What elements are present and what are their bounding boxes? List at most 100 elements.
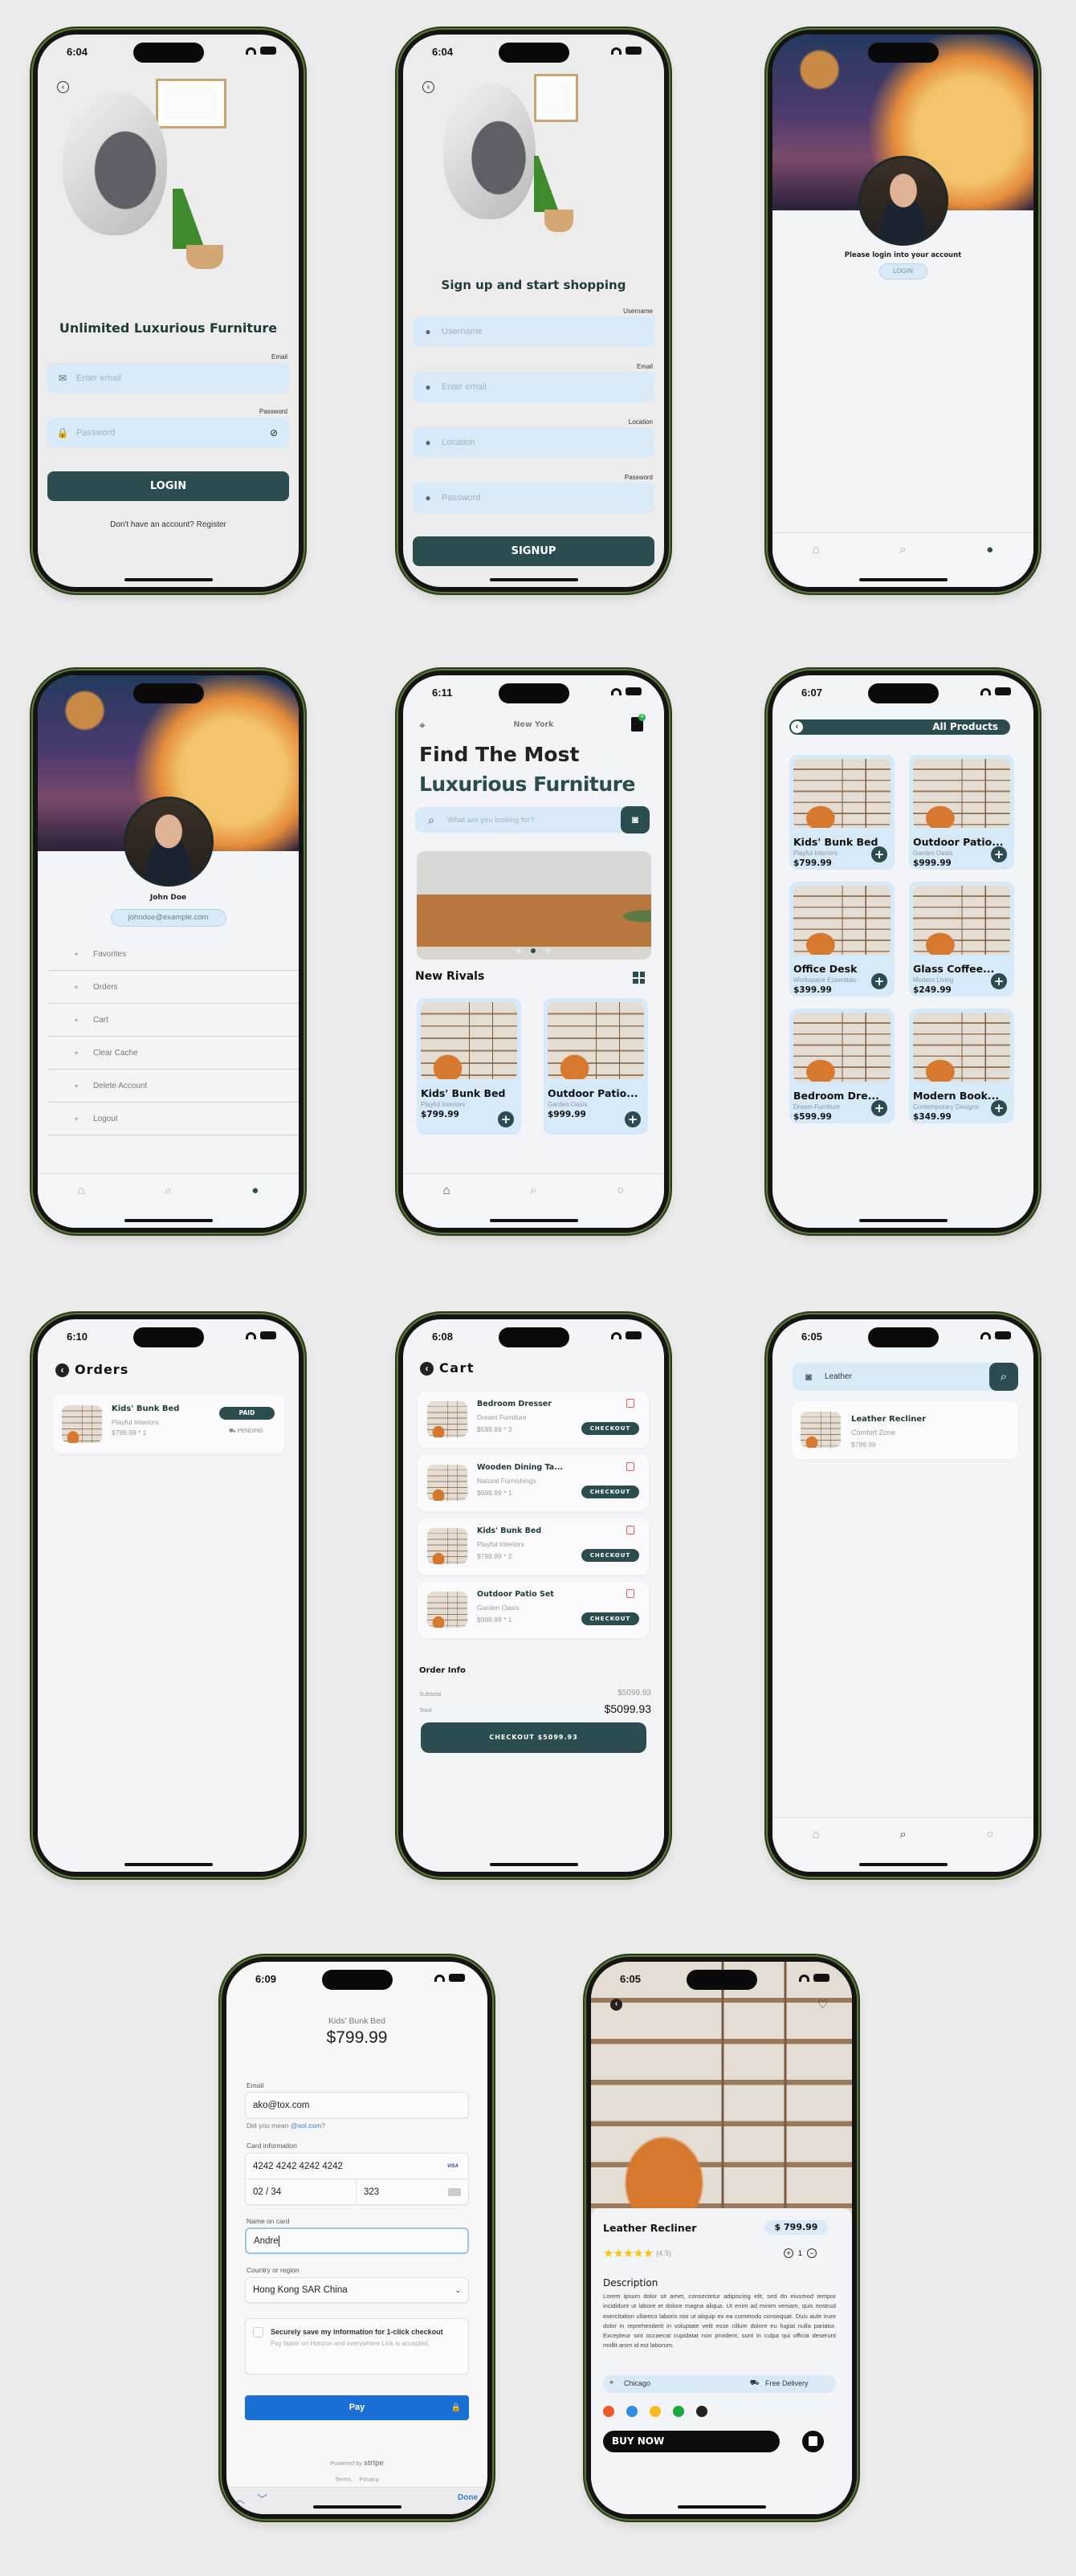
carousel-dot[interactable] (545, 948, 550, 953)
back-icon[interactable]: ‹ (57, 81, 69, 93)
trash-icon[interactable] (626, 1526, 634, 1535)
signup-input[interactable]: ● Enter email (413, 372, 654, 402)
register-link[interactable]: Don't have an account? Register (38, 520, 299, 529)
profile-menu-item[interactable]: ◦ Orders (48, 971, 299, 1004)
email-field[interactable]: ✉ Enter email (47, 363, 289, 393)
checkout-item-button[interactable]: CHECKOUT (581, 1422, 639, 1435)
search-icon[interactable]: ⌕ (524, 1184, 542, 1201)
search-icon[interactable]: ⌕ (159, 1184, 177, 1201)
product-card[interactable]: Glass Coffee... Modern Living $249.99 + (909, 882, 1014, 997)
signup-input[interactable]: ● Username (413, 316, 654, 347)
save-info-checkbox[interactable] (253, 2327, 263, 2338)
camera-icon[interactable]: ◙ (793, 1371, 825, 1383)
checkout-item-button[interactable]: CHECKOUT (581, 1486, 639, 1498)
chevron-down-icon[interactable]: ﹀ (257, 2491, 267, 2506)
buy-now-button[interactable]: BUY NOW (603, 2431, 780, 2452)
add-to-cart-button[interactable]: + (871, 973, 887, 989)
profile-menu-item[interactable]: ◦ Favorites (48, 938, 299, 971)
cvc-input[interactable]: 323 (357, 2179, 468, 2205)
camera-button[interactable]: ◙ (621, 806, 650, 834)
trash-icon[interactable] (626, 1589, 634, 1598)
signup-input[interactable]: ● Password (413, 483, 654, 513)
trash-icon[interactable] (626, 1462, 634, 1471)
add-to-cart-button[interactable]: + (625, 1111, 641, 1127)
person-icon[interactable]: ● (247, 1184, 264, 1201)
color-swatch[interactable] (603, 2406, 614, 2417)
done-button[interactable]: Done (458, 2493, 478, 2502)
signup-input[interactable]: ● Location (413, 427, 654, 458)
email-input[interactable]: ako@tox.com (245, 2092, 469, 2118)
minus-icon[interactable]: − (807, 2248, 817, 2258)
product-card[interactable]: Modern Book... Contemporary Designs $349.9… (909, 1009, 1014, 1123)
card-number-input[interactable]: 4242 4242 4242 4242 VISA (246, 2154, 468, 2179)
trash-icon[interactable] (626, 1399, 634, 1408)
signup-button[interactable]: SIGNUP (413, 536, 654, 566)
add-to-cart-button[interactable]: + (871, 1100, 887, 1116)
product-card[interactable]: Bedroom Dre... Dream Furniture $599.99 + (789, 1009, 895, 1123)
cart-item[interactable]: Wooden Dining Ta... Natural Furnishings … (418, 1455, 649, 1511)
back-button[interactable]: ‹ (420, 1362, 434, 1376)
carousel-dot[interactable] (516, 948, 521, 953)
product-card[interactable]: Kids' Bunk Bed Playful Interiors $799.99 + (789, 755, 895, 870)
checkout-total-button[interactable]: CHECKOUT $5099.93 (421, 1722, 646, 1753)
search-icon[interactable]: ⌕ (894, 543, 911, 560)
search-result-item[interactable]: Leather Recliner Comfort Zone $799.99 (792, 1401, 1018, 1459)
profile-menu-item[interactable]: ◦ Delete Account (48, 1070, 299, 1103)
cart-bag-icon[interactable]: 4 (631, 714, 646, 732)
checkout-item-button[interactable]: CHECKOUT (581, 1549, 639, 1562)
carousel-dot-active[interactable] (531, 948, 536, 953)
home-icon[interactable]: ⌂ (72, 1184, 90, 1201)
grid-view-icon[interactable] (633, 972, 645, 984)
search-button[interactable]: ⌕ (989, 1363, 1018, 1391)
product-card[interactable]: Office Desk Workspace Essentials $399.99 + (789, 882, 895, 997)
back-icon[interactable]: ‹ (422, 81, 434, 93)
color-swatch[interactable] (626, 2406, 638, 2417)
search-bar[interactable]: ◙ Leather ⌕ (793, 1363, 1018, 1391)
add-to-cart-button[interactable]: + (991, 846, 1007, 862)
suggestion-link[interactable]: @aol.com (291, 2122, 321, 2130)
color-swatch[interactable] (696, 2406, 707, 2417)
person-icon[interactable]: ○ (981, 1828, 999, 1845)
heart-icon[interactable]: ♡ (817, 1997, 828, 2011)
password-field[interactable]: 🔒 Password ⊘ (47, 418, 289, 448)
home-icon[interactable]: ⌂ (807, 1828, 825, 1845)
chevron-up-icon[interactable]: ︿ (234, 2491, 245, 2506)
profile-menu-item[interactable]: ◦ Clear Cache (48, 1037, 299, 1070)
pay-button[interactable]: Pay 🔒 (245, 2395, 469, 2420)
cart-item[interactable]: Kids' Bunk Bed Playful Interiors $799.99… (418, 1518, 649, 1575)
profile-menu-item[interactable]: ◦ Cart (48, 1004, 299, 1037)
person-icon[interactable]: ○ (612, 1184, 630, 1201)
add-to-cart-button[interactable]: + (991, 973, 1007, 989)
terms-link[interactable]: Terms (335, 2476, 351, 2483)
color-swatch[interactable] (673, 2406, 684, 2417)
search-icon[interactable]: ⌕ (894, 1828, 911, 1845)
add-to-cart-button[interactable]: + (991, 1100, 1007, 1116)
banner-sofa-image[interactable] (417, 851, 651, 960)
country-select[interactable]: Hong Kong SAR China ⌄ (245, 2277, 469, 2303)
product-card[interactable]: Outdoor Patio... Garden Oasis $999.99 + (909, 755, 1014, 870)
privacy-link[interactable]: Privacy (359, 2476, 379, 2483)
plus-icon[interactable]: + (784, 2248, 793, 2258)
name-on-card-input[interactable]: Andre (245, 2228, 469, 2254)
add-to-cart-button[interactable]: + (498, 1111, 514, 1127)
search-input[interactable]: Leather (825, 1372, 989, 1381)
search-bar[interactable]: ⌕ What are you looking for? ◙ (415, 806, 650, 834)
back-button[interactable]: ‹ (791, 721, 803, 733)
person-icon[interactable]: ● (981, 543, 999, 560)
location-label[interactable]: New York (403, 720, 664, 729)
product-card[interactable]: Outdoor Patio... Garden Oasis $999.99 + (544, 998, 648, 1135)
color-swatch[interactable] (650, 2406, 661, 2417)
cart-item[interactable]: Outdoor Patio Set Garden Oasis $999.99 *… (418, 1582, 649, 1638)
product-card[interactable]: Kids' Bunk Bed Playful Interiors $799.99 + (417, 998, 521, 1135)
profile-menu-item[interactable]: ◦ Logout (48, 1103, 299, 1135)
home-icon[interactable]: ⌂ (438, 1184, 455, 1201)
home-icon[interactable]: ⌂ (807, 543, 825, 560)
login-button[interactable]: LOGIN (47, 471, 289, 501)
order-item[interactable]: Kids' Bunk Bed Playful Interiors $799.99… (52, 1395, 284, 1453)
login-button[interactable]: LOGIN (878, 263, 927, 279)
cart-item[interactable]: Bedroom Dresser Dream Furniture $599.99 … (418, 1392, 649, 1448)
eye-off-icon[interactable]: ⊘ (268, 427, 279, 438)
checkout-item-button[interactable]: CHECKOUT (581, 1612, 639, 1625)
add-to-cart-button[interactable]: + (871, 846, 887, 862)
expiry-input[interactable]: 02 / 34 (246, 2179, 357, 2205)
